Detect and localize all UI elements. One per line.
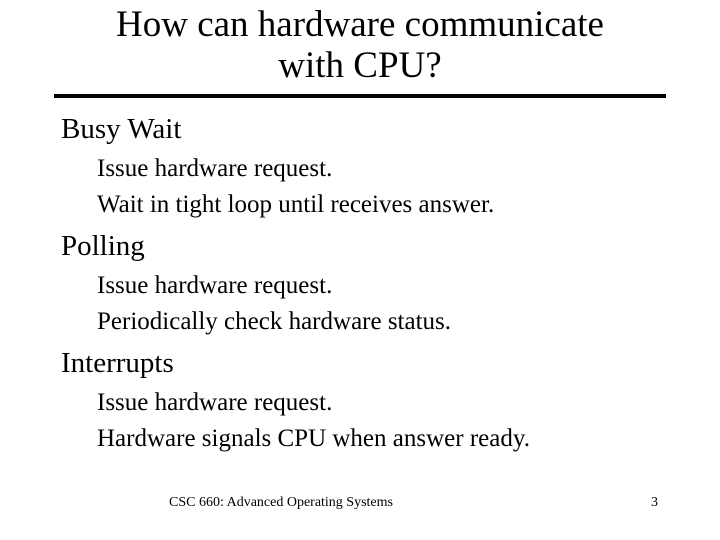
section-heading-busy-wait: Busy Wait	[61, 113, 182, 145]
bullet-item: Issue hardware request.	[97, 155, 333, 182]
page-number: 3	[651, 495, 658, 510]
title-underline-rule	[54, 94, 666, 98]
section-heading-polling: Polling	[61, 230, 145, 262]
slide: How can hardware communicate with CPU? B…	[0, 0, 720, 540]
bullet-item: Hardware signals CPU when answer ready.	[97, 425, 530, 452]
bullet-item: Issue hardware request.	[97, 389, 333, 416]
slide-title: How can hardware communicate with CPU?	[54, 4, 666, 86]
bullet-item: Issue hardware request.	[97, 272, 333, 299]
section-heading-interrupts: Interrupts	[61, 347, 174, 379]
bullet-item: Wait in tight loop until receives answer…	[97, 191, 495, 218]
slide-title-line-2: with CPU?	[278, 45, 442, 86]
slide-footer: CSC 660: Advanced Operating Systems	[169, 495, 393, 510]
bullet-item: Periodically check hardware status.	[97, 308, 452, 335]
slide-title-line-1: How can hardware communicate	[116, 4, 604, 45]
